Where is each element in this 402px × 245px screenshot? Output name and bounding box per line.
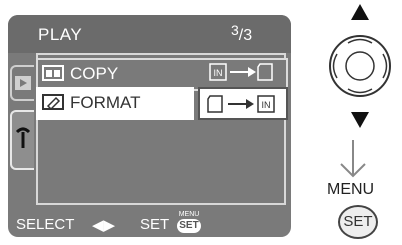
title-bar: PLAY 3/3 xyxy=(8,15,291,53)
format-label: FORMAT xyxy=(70,93,141,112)
badge-menu-text: MENU xyxy=(178,211,200,218)
set-hint: SET xyxy=(140,216,170,233)
page-current: 3 xyxy=(231,22,239,38)
menu-title: PLAY xyxy=(38,25,83,44)
svg-text:IN: IN xyxy=(262,100,271,110)
arrow-down-icon xyxy=(340,140,366,178)
left-right-arrows-icon: ◀▶ xyxy=(92,217,116,234)
format-value-box[interactable]: IN xyxy=(198,87,288,120)
svg-text:IN: IN xyxy=(214,68,223,78)
dpad-center xyxy=(345,51,375,81)
down-arrow-icon xyxy=(351,112,369,128)
copy-label: COPY xyxy=(70,64,119,83)
tab-play[interactable] xyxy=(10,65,34,101)
wrench-icon xyxy=(15,127,31,148)
copy-icon xyxy=(42,65,64,81)
tab-setup[interactable] xyxy=(10,110,34,170)
menu-tabs xyxy=(10,55,36,175)
menu-label: MENU xyxy=(327,181,375,198)
dpad-control[interactable] xyxy=(320,0,400,132)
play-icon xyxy=(15,76,31,90)
page-total: 3 xyxy=(243,27,253,44)
camera-menu-screen: PLAY 3/3 COPY IN FORMAT IN SELECT ◀▶ SET… xyxy=(8,15,291,237)
format-icon xyxy=(42,94,64,111)
menu-set-badge-icon: MENU SET xyxy=(176,211,202,233)
card-to-internal-icon: IN xyxy=(207,95,275,113)
internal-to-card-icon: IN xyxy=(209,63,273,81)
page-indicator: 3/3 xyxy=(231,22,253,44)
set-button[interactable]: SET xyxy=(338,205,378,239)
bottom-help-bar: SELECT ◀▶ SET MENU SET xyxy=(8,211,291,237)
badge-set-text: SET xyxy=(177,219,201,233)
up-arrow-icon xyxy=(351,4,369,20)
menu-item-format[interactable]: FORMAT xyxy=(36,87,194,120)
select-hint: SELECT xyxy=(16,216,75,233)
